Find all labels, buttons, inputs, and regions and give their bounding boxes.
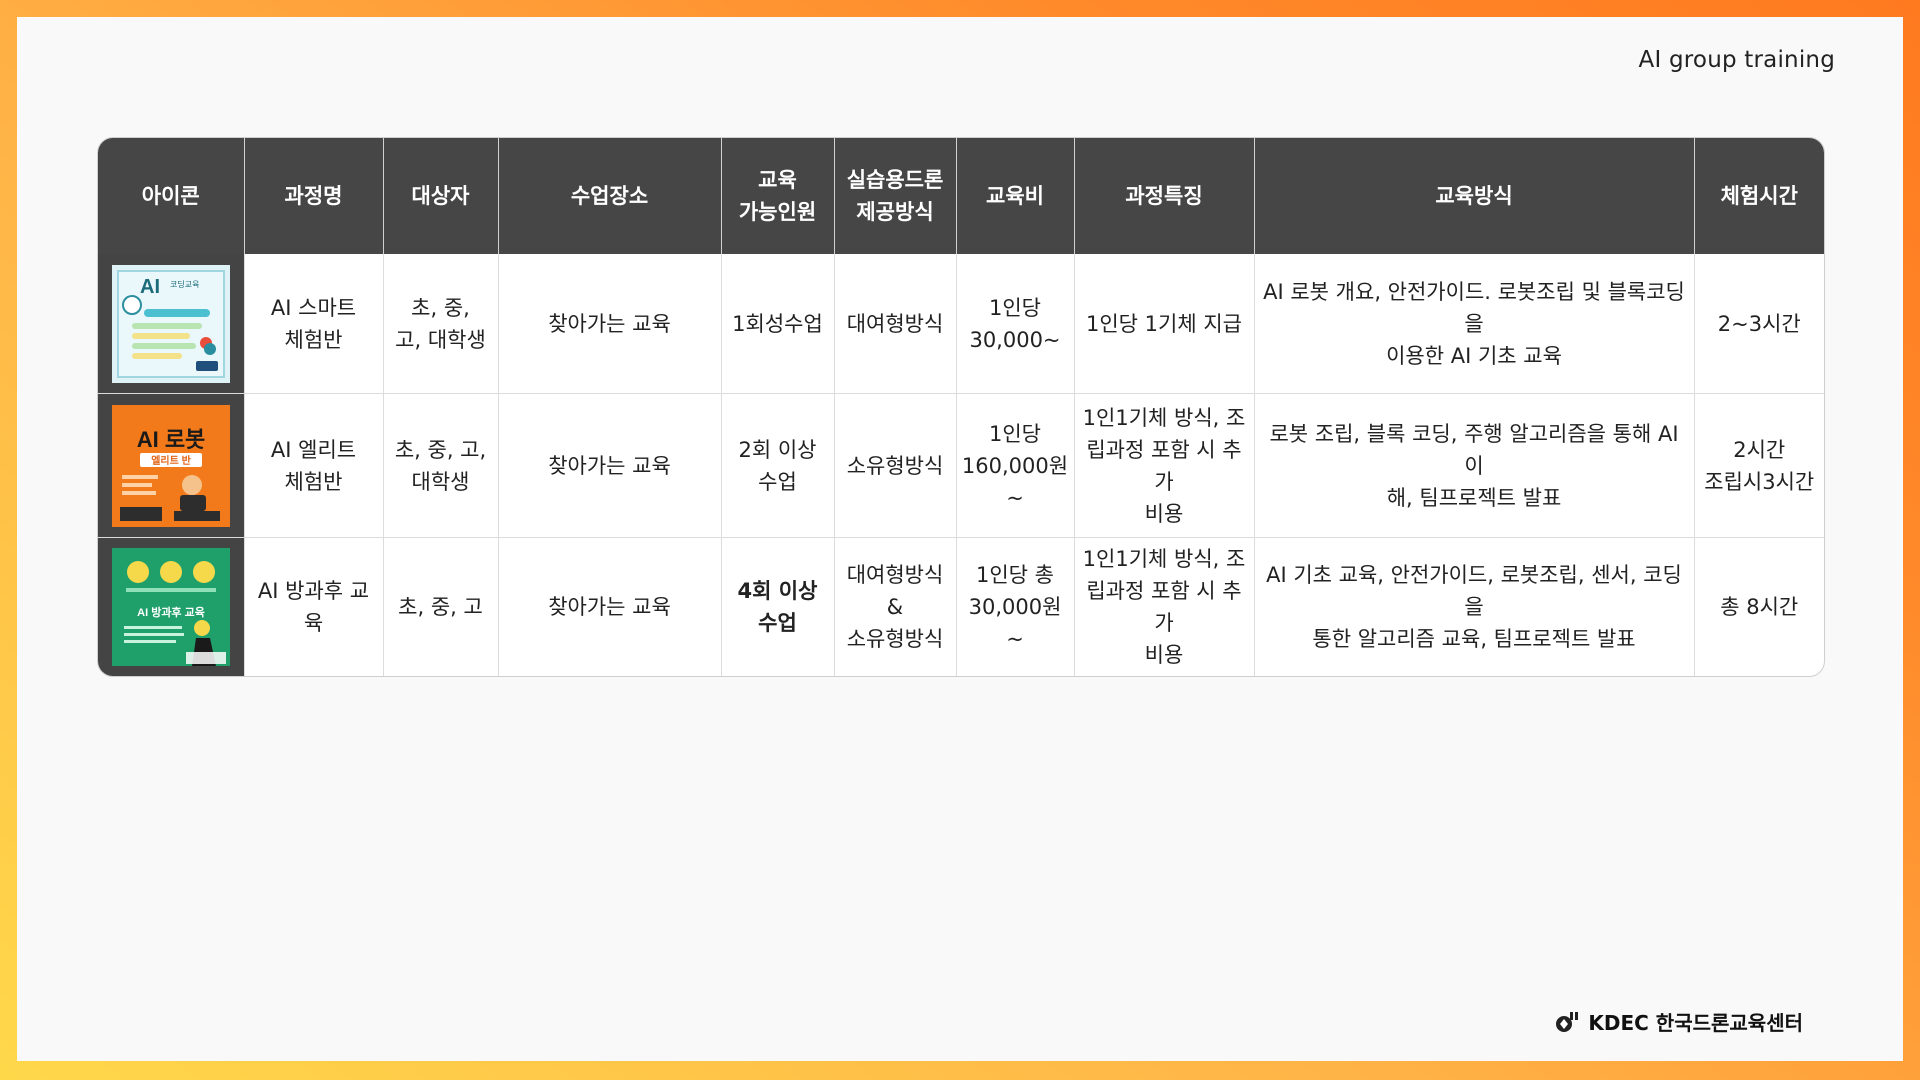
course-name: AI 엘리트 체험반 <box>244 393 384 538</box>
fee: 1인당 30,000~ <box>956 254 1075 394</box>
drone-method: 대여형방식 <box>834 254 957 394</box>
col-header-feature: 과정특징 <box>1074 138 1255 254</box>
course-name: AI 방과후 교육 <box>244 537 384 676</box>
duration: 2시간 조립시3시간 <box>1694 393 1824 538</box>
duration: 총 8시간 <box>1720 595 1799 619</box>
course-table: 아이콘 과정명 대상자 수업장소 교육 가능인원 실습용드론 제공방식 교육비 … <box>97 137 1825 677</box>
education-method: 로봇 조립, 블록 코딩, 주행 알고리즘을 통해 AI 이 해, 팀프로젝트 … <box>1254 393 1695 538</box>
thumb-subtitle: 코딩교육 <box>170 279 199 289</box>
thumb-title: AI 방과후 교육 <box>137 605 205 619</box>
ai-smart-course-thumbnail: AI 코딩교육 <box>111 264 230 383</box>
course-name: AI 스마트 체험반 <box>244 254 384 394</box>
col-header-time: 체험시간 <box>1694 138 1824 254</box>
thumb-subtitle: 엘리트 반 <box>151 454 191 467</box>
ai-robot-elite-thumbnail: AI 로봇 엘리트 반 <box>111 404 230 527</box>
capacity: 1회성수업 <box>721 254 835 394</box>
icon-cell: AI 방과후 교육 <box>98 537 245 676</box>
fee: 1인당 160,000원 ~ <box>956 393 1075 538</box>
footer-brand: KDEC 한국드론교육센터 <box>1554 1007 1803 1036</box>
col-header-method: 교육방식 <box>1254 138 1695 254</box>
table-row: AI 로봇 엘리트 반 AI 엘리트 체험반 초, 중, 고, 대학생 찾아가는… <box>98 393 1824 538</box>
table-row: AI 코딩교육 AI 스마트 체험반 초, 중, 고, 대학생 찾아가는 교육 … <box>98 254 1824 394</box>
thumb-title: AI 로봇 <box>136 427 205 452</box>
drone-method: 소유형방식 <box>834 393 957 538</box>
education-method: AI 로봇 개요, 안전가이드. 로봇조립 및 블록코딩을 이용한 AI 기초 … <box>1254 254 1695 394</box>
col-header-capacity: 교육 가능인원 <box>721 138 835 254</box>
col-header-target: 대상자 <box>383 138 499 254</box>
col-header-place: 수업장소 <box>498 138 722 254</box>
place: 찾아가는 교육 <box>498 393 722 538</box>
ai-afterschool-thumbnail: AI 방과후 교육 <box>111 548 230 666</box>
place: 찾아가는 교육 <box>498 537 722 676</box>
capacity: 4회 이상 수업 <box>721 537 835 676</box>
feature: 1인당 1기체 지급 <box>1074 254 1255 394</box>
feature: 1인1기체 방식, 조 립과정 포함 시 추가 비용 <box>1074 537 1255 676</box>
thumb-title: AI <box>140 276 160 298</box>
brand-name: KDEC 한국드론교육센터 <box>1588 1011 1803 1035</box>
slide: AI group training 아이콘 과정명 대상자 수업장소 교육 가능… <box>17 17 1903 1061</box>
education-method: AI 기초 교육, 안전가이드, 로봇조립, 센서, 코딩을 통한 알고리즘 교… <box>1254 537 1695 676</box>
col-header-drone: 실습용드론 제공방식 <box>834 138 957 254</box>
col-header-course-name: 과정명 <box>244 138 384 254</box>
page-label: AI group training <box>1638 47 1835 73</box>
duration: 2~3시간 <box>1694 254 1824 394</box>
icon-cell: AI 코딩교육 <box>98 254 245 394</box>
target: 초, 중, 고, 대학생 <box>383 254 499 394</box>
fee: 1인당 총 30,000원~ <box>956 537 1075 676</box>
target: 초, 중, 고 <box>383 537 499 676</box>
kdec-logo-icon <box>1556 1011 1579 1032</box>
table-header-row: 아이콘 과정명 대상자 수업장소 교육 가능인원 실습용드론 제공방식 교육비 … <box>98 138 1824 254</box>
target: 초, 중, 고, 대학생 <box>383 393 499 538</box>
col-header-icon: 아이콘 <box>98 138 245 254</box>
col-header-fee: 교육비 <box>956 138 1075 254</box>
capacity: 2회 이상 수업 <box>721 393 835 538</box>
icon-cell: AI 로봇 엘리트 반 <box>98 393 245 538</box>
table-row: AI 방과후 교육 AI 방과후 교육 초, 중, 고 찾아가는 교육 4회 이… <box>98 537 1824 676</box>
feature: 1인1기체 방식, 조 립과정 포함 시 추가 비용 <box>1074 393 1255 538</box>
drone-method: 대여형방식 & 소유형방식 <box>834 537 957 676</box>
place: 찾아가는 교육 <box>498 254 722 394</box>
